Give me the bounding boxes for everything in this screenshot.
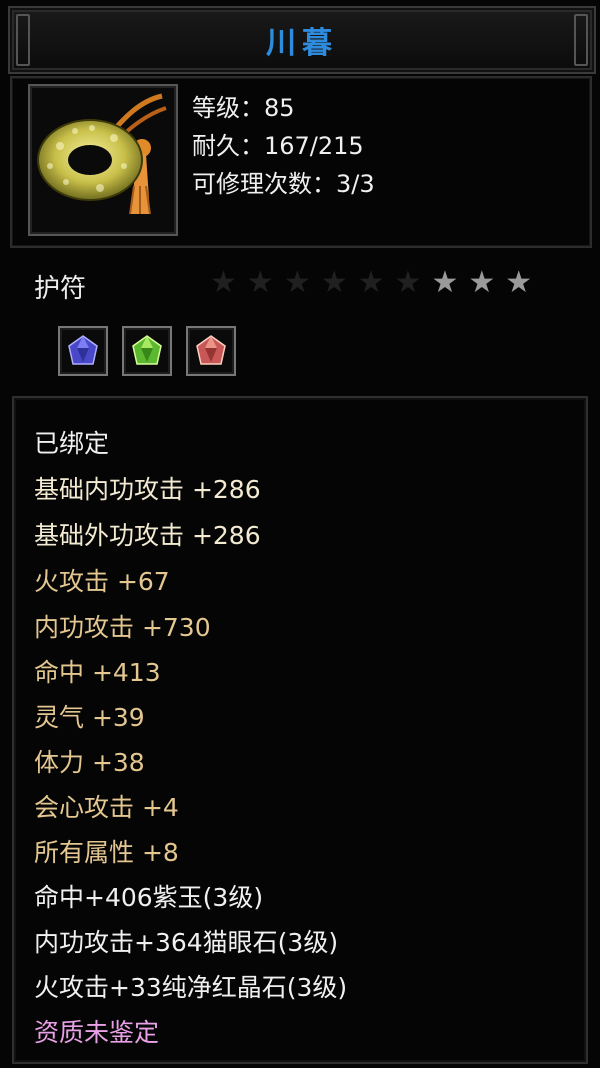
star-icon: ★ xyxy=(505,265,533,300)
attr-crit-attack: 会心攻击 +4 xyxy=(34,793,179,822)
attr-inner-attack: 内功攻击 +730 xyxy=(34,613,211,642)
gem-bonus-inner-attack: 内功攻击+364猫眼石(3级) xyxy=(34,928,339,957)
attr-all-attributes: 所有属性 +8 xyxy=(34,838,179,867)
attr-stamina: 体力 +38 xyxy=(34,748,145,777)
item-header: 等级：85 耐久：167/215 可修理次数：3/3 xyxy=(10,76,592,248)
amulet-icon[interactable] xyxy=(28,84,178,236)
star-icon: ★ xyxy=(283,265,311,300)
red-gem-icon xyxy=(196,335,226,365)
item-name: 川暮 xyxy=(266,26,338,61)
star-rating: ★ ★ ★ ★ ★ ★ ★ ★ ★ xyxy=(210,266,532,300)
bound-status: 已绑定 xyxy=(34,429,110,458)
star-icon: ★ xyxy=(210,265,237,300)
amulet-image xyxy=(37,93,167,215)
attr-spirit: 灵气 +39 xyxy=(34,703,145,732)
quality-status: 资质未鉴定 xyxy=(34,1018,160,1047)
gem-slot-green[interactable] xyxy=(122,326,172,376)
level-stat: 等级：85 xyxy=(192,94,295,122)
star-icon: ★ xyxy=(320,265,348,300)
green-gem-icon xyxy=(132,335,162,365)
attr-base-inner-attack: 基础内功攻击 +286 xyxy=(34,475,261,504)
item-type-label: 护符 xyxy=(34,274,87,304)
attr-accuracy: 命中 +413 xyxy=(34,658,161,687)
item-tooltip: 川暮 等级：85 耐久：167/215 可修理次数：3/3 护符 ★ ★ ★ ★… xyxy=(0,0,600,1068)
title-bar: 川暮 xyxy=(8,6,596,74)
attr-fire-attack: 火攻击 +67 xyxy=(34,567,170,596)
repair-count-stat: 可修理次数：3/3 xyxy=(192,170,375,198)
gem-bonus-fire-attack: 火攻击+33纯净红晶石(3级) xyxy=(34,973,348,1002)
purple-gem-icon xyxy=(68,335,98,365)
gem-slots xyxy=(58,326,236,376)
star-icon: ★ xyxy=(431,265,459,300)
attr-base-outer-attack: 基础外功攻击 +286 xyxy=(34,521,261,550)
gem-slot-purple[interactable] xyxy=(58,326,108,376)
title-ornament-right xyxy=(574,14,588,66)
star-icon: ★ xyxy=(246,265,274,300)
gem-slot-red[interactable] xyxy=(186,326,236,376)
star-icon: ★ xyxy=(357,265,385,300)
star-icon: ★ xyxy=(468,265,496,300)
gem-bonus-accuracy: 命中+406紫玉(3级) xyxy=(34,883,264,912)
durability-stat: 耐久：167/215 xyxy=(192,132,364,160)
star-icon: ★ xyxy=(394,265,422,300)
